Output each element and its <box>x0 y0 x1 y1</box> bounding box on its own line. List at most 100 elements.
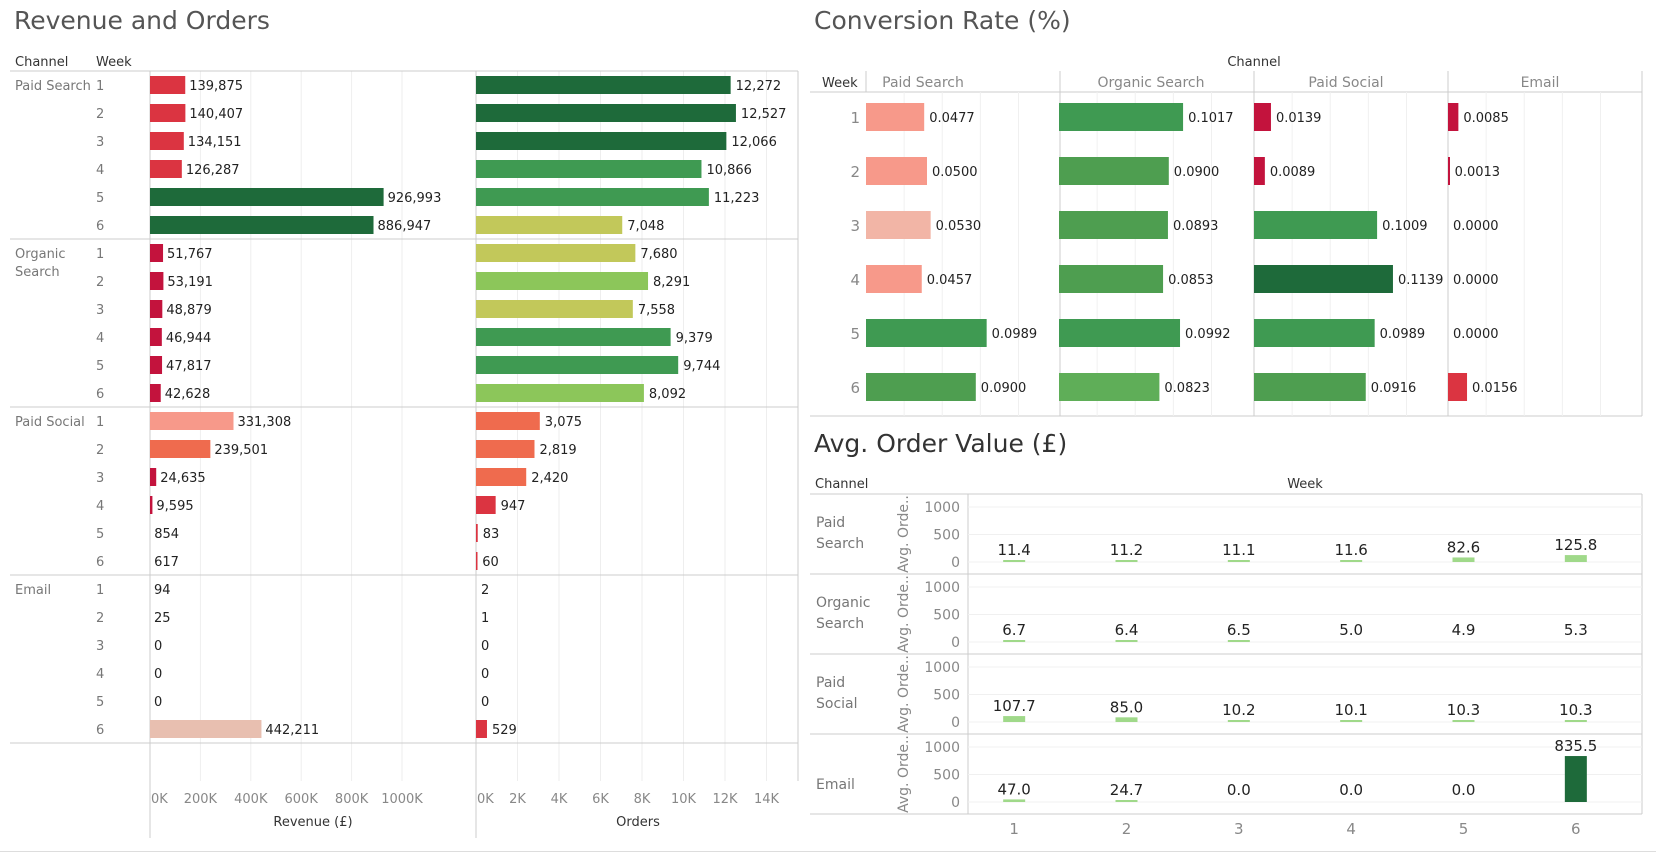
week-label: 1 <box>96 583 104 598</box>
conversion-value-label: 0.0823 <box>1164 381 1210 396</box>
orders-tick-label: 2K <box>509 792 526 807</box>
orders-bar <box>476 244 636 262</box>
orders-value-label: 0 <box>481 667 489 682</box>
conversion-value-label: 0.0916 <box>1371 381 1417 396</box>
orders-value-label: 60 <box>482 555 499 570</box>
aov-bar <box>1003 560 1026 562</box>
conversion-bar <box>1059 103 1184 131</box>
aov-bar <box>1227 640 1250 642</box>
orders-value-label: 9,379 <box>676 331 713 346</box>
week-label: 2 <box>96 443 104 458</box>
orders-value-label: 947 <box>501 499 526 514</box>
aov-y-tick: 500 <box>933 528 960 544</box>
week-label: 1 <box>96 247 104 262</box>
orders-bar <box>476 104 736 122</box>
revenue-value-label: 0 <box>154 667 162 682</box>
aov-bar <box>1115 717 1138 722</box>
channel-header: Channel <box>15 55 68 70</box>
revenue-value-label: 331,308 <box>237 415 291 430</box>
conversion-value-label: 0.0992 <box>1185 327 1231 342</box>
orders-bar <box>476 328 671 346</box>
aov-bar <box>1564 720 1587 722</box>
aov-value-label: 85.0 <box>1110 698 1143 716</box>
aov-value-label: 835.5 <box>1554 737 1597 755</box>
aov-channel-label: Email <box>816 777 855 793</box>
conversion-value-label: 0.0085 <box>1463 111 1509 126</box>
conversion-column-label: Paid Search <box>882 75 964 91</box>
aov-bar <box>1452 557 1475 562</box>
week-label: 2 <box>96 275 104 290</box>
revenue-bar <box>150 412 234 430</box>
aov-channel-label: Search <box>816 616 864 632</box>
week-label: 1 <box>96 79 104 94</box>
conversion-value-label: 0.0530 <box>936 219 982 234</box>
orders-bar <box>476 132 727 150</box>
revenue-value-label: 46,944 <box>166 331 212 346</box>
conversion-value-label: 0.0853 <box>1168 273 1214 288</box>
conversion-week-label: 3 <box>850 217 860 235</box>
orders-value-label: 7,048 <box>627 219 664 234</box>
revenue-bar <box>150 300 163 318</box>
orders-value-label: 11,223 <box>714 191 760 206</box>
week-label: 5 <box>96 527 104 542</box>
conversion-column-label: Paid Social <box>1308 75 1383 91</box>
week-label: 2 <box>96 107 104 122</box>
aov-bar <box>1003 716 1026 722</box>
aov-axis-label: Avg. Orde.. <box>896 735 912 813</box>
aov-bar <box>1115 560 1138 562</box>
revenue-value-label: 94 <box>154 583 171 598</box>
aov-value-label: 10.2 <box>1222 701 1255 719</box>
aov-y-tick: 0 <box>951 715 960 731</box>
aov-channel-label: Search <box>816 536 864 552</box>
orders-tick-label: 14K <box>754 792 780 807</box>
aov-x-tick: 2 <box>1122 820 1132 838</box>
conversion-value-label: 0.0457 <box>927 273 973 288</box>
aov-value-label: 6.7 <box>1002 621 1026 639</box>
orders-value-label: 0 <box>481 639 489 654</box>
aov-y-tick: 0 <box>951 555 960 571</box>
orders-value-label: 2 <box>481 583 489 598</box>
revenue-bar <box>150 132 184 150</box>
aov-axis-label: Avg. Orde.. <box>896 655 912 733</box>
revenue-value-label: 239,501 <box>214 443 268 458</box>
revenue-value-label: 48,879 <box>166 303 212 318</box>
conversion-week-header: Week <box>822 76 858 91</box>
conversion-week-label: 5 <box>850 325 860 343</box>
conversion-value-label: 0.0089 <box>1270 165 1316 180</box>
orders-bar <box>476 496 496 514</box>
aov-x-tick: 6 <box>1571 820 1581 838</box>
conversion-value-label: 0.0000 <box>1453 327 1499 342</box>
aov-value-label: 0.0 <box>1452 781 1476 799</box>
orders-value-label: 0 <box>481 695 489 710</box>
orders-tick-label: 12K <box>712 792 738 807</box>
aov-value-label: 125.8 <box>1554 536 1597 554</box>
conversion-column-label: Email <box>1521 75 1560 91</box>
conversion-bar <box>1254 265 1393 293</box>
revenue-value-label: 854 <box>154 527 179 542</box>
revenue-bar <box>150 440 211 458</box>
conversion-value-label: 0.0000 <box>1453 273 1499 288</box>
aov-value-label: 10.3 <box>1559 701 1592 719</box>
revenue-value-label: 0 <box>154 639 162 654</box>
conversion-bar <box>1254 319 1375 347</box>
aov-bar <box>1227 720 1250 722</box>
aov-x-tick: 1 <box>1009 820 1019 838</box>
conversion-bar <box>1059 373 1160 401</box>
conversion-bar <box>866 319 987 347</box>
orders-value-label: 12,272 <box>736 79 782 94</box>
orders-value-label: 9,744 <box>683 359 720 374</box>
revenue-value-label: 926,993 <box>388 191 442 206</box>
week-label: 4 <box>96 667 104 682</box>
aov-value-label: 0.0 <box>1227 781 1251 799</box>
bottom-rule <box>0 851 1656 852</box>
revenue-value-label: 51,767 <box>167 247 213 262</box>
orders-value-label: 7,558 <box>638 303 675 318</box>
orders-tick-label: 6K <box>592 792 609 807</box>
orders-bar <box>476 552 478 570</box>
week-header: Week <box>96 55 132 70</box>
revenue-value-label: 53,191 <box>167 275 213 290</box>
conversion-value-label: 0.0989 <box>992 327 1037 342</box>
revenue-value-label: 47,817 <box>166 359 212 374</box>
conversion-value-label: 0.0500 <box>932 165 978 180</box>
conversion-bar <box>1059 211 1168 239</box>
